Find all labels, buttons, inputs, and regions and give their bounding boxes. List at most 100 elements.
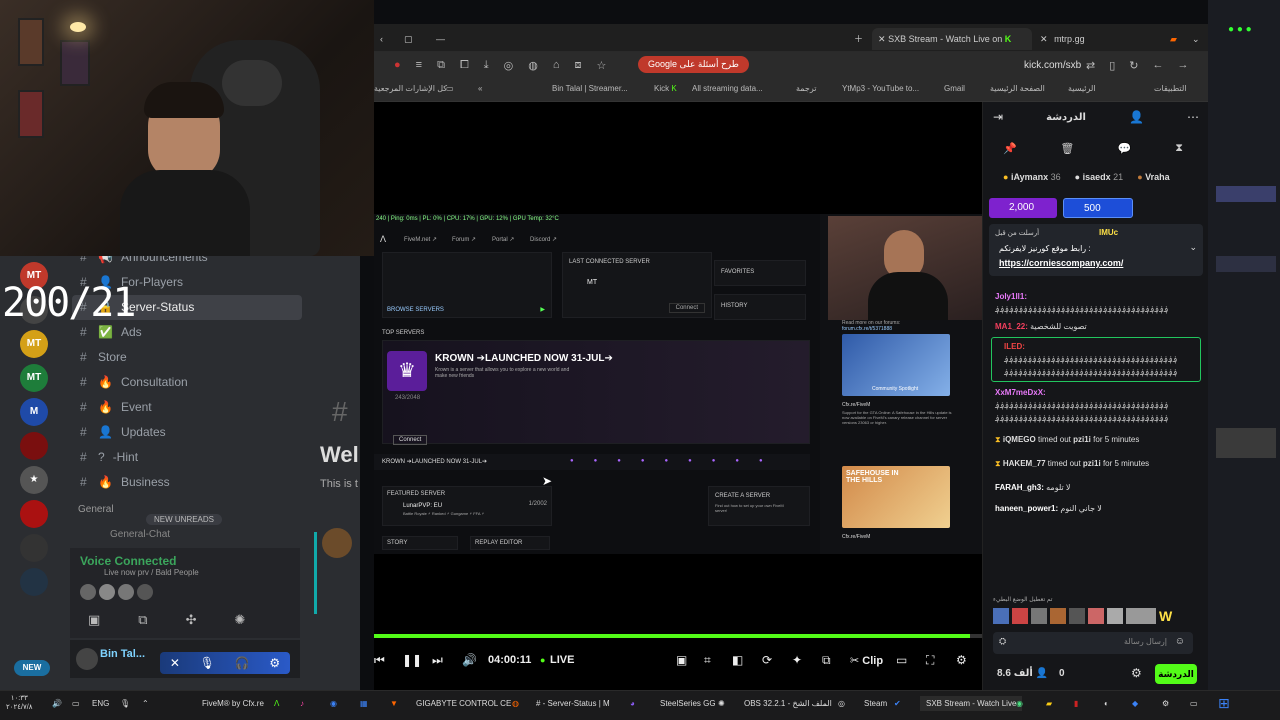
edge-icon[interactable]: ◉ xyxy=(330,699,337,708)
taskbar-item[interactable]: Steam xyxy=(864,699,887,708)
camera-icon[interactable]: ▣ xyxy=(88,612,100,628)
language-indicator[interactable]: ENG xyxy=(92,699,109,708)
progress-track[interactable] xyxy=(374,634,982,638)
channel-item[interactable]: #? -Hint xyxy=(72,445,302,470)
headset-icon[interactable]: 🎧 xyxy=(235,656,250,670)
gear-icon[interactable]: ⚙ xyxy=(956,653,967,667)
record-icon[interactable]: ● xyxy=(394,59,401,72)
fivem-nav[interactable]: Forum ↗ xyxy=(452,236,476,243)
chrome-icon[interactable]: ◉ xyxy=(1016,699,1023,708)
layout-icon[interactable]: ◧ xyxy=(732,653,743,667)
app-icon[interactable]: ◐ xyxy=(1104,699,1109,708)
close-icon[interactable]: ✕ xyxy=(1040,34,1048,44)
sidebar-icon[interactable]: ▯ xyxy=(1109,59,1115,72)
discord-icon[interactable]: ◕ xyxy=(630,699,635,708)
guild-icon[interactable] xyxy=(20,432,48,460)
app-icon[interactable]: ⚙ xyxy=(1162,699,1169,708)
extension-icon[interactable]: ◎ xyxy=(504,59,514,72)
chevron-down-icon[interactable]: ⌄ xyxy=(1189,242,1197,253)
spotlight-image[interactable]: Community Spotlight xyxy=(842,334,950,396)
mic-icon[interactable]: 🎙 xyxy=(120,699,130,708)
chat-message[interactable]: haneen_power1: لا جاني النوم xyxy=(983,502,1209,515)
minimize-icon[interactable]: — xyxy=(430,28,451,50)
bookmark[interactable]: الصفحة الرئيسية xyxy=(990,84,1045,93)
history-card[interactable]: HISTORY xyxy=(714,294,806,320)
guild-icon[interactable]: M xyxy=(20,398,48,426)
hourglass-icon[interactable]: ⧗ xyxy=(1175,142,1183,155)
cast-icon[interactable]: ▭ xyxy=(896,653,907,667)
guild-icon[interactable]: MT xyxy=(20,330,48,358)
emote[interactable] xyxy=(1012,608,1028,624)
obs-icon[interactable]: ◎ xyxy=(838,699,845,708)
windows-start-icon[interactable]: ⊞ xyxy=(1218,695,1230,712)
category-label[interactable]: General xyxy=(78,504,114,515)
pinned-link[interactable]: https://corniescompany.com/ xyxy=(999,258,1123,268)
skip-back-icon[interactable]: ⏮ xyxy=(374,653,385,668)
mic-icon[interactable]: 🎙 xyxy=(200,656,215,670)
brave-icon[interactable]: ▼ xyxy=(390,699,398,708)
bookmark[interactable]: كل الإشارات المرجعية xyxy=(374,84,447,93)
tab-kick[interactable]: ✕ SXB Stream - Watch Live on K xyxy=(872,28,1032,50)
channel-item[interactable]: General-Chat xyxy=(110,529,170,540)
forum-link[interactable]: forum.cfx.re/t/5371888 xyxy=(842,326,892,332)
volume-icon[interactable]: 🔊 xyxy=(462,653,477,667)
bookmark[interactable]: Kick K xyxy=(654,84,677,93)
bookmark[interactable]: Gmail xyxy=(944,84,965,93)
voice-status[interactable]: Voice Connected xyxy=(80,554,176,568)
replay-editor-button[interactable]: REPLAY EDITOR xyxy=(470,536,550,550)
pinned-message[interactable]: أرسلت من قبل IMUc رابط موقع كورنيز لايفر… xyxy=(989,224,1203,276)
gear-icon[interactable]: ⚙ xyxy=(269,656,280,670)
taskbar-item[interactable]: SteelSeries GG xyxy=(660,699,716,708)
chevron-icon[interactable]: « xyxy=(478,84,482,93)
channel-item[interactable]: # 🔥 Event xyxy=(72,395,302,420)
chevron-up-icon[interactable]: ⌃ xyxy=(142,699,149,708)
chat-message[interactable]: XxM7meDxX: xyxy=(983,386,1209,399)
emote[interactable] xyxy=(1088,608,1104,624)
channel-item[interactable]: # Store xyxy=(72,345,302,370)
extension-icon[interactable]: ⧈ xyxy=(575,59,582,72)
channel-item[interactable]: # 🔥 Business xyxy=(72,470,302,495)
new-tab-icon[interactable]: ＋ xyxy=(848,28,869,50)
taskbar-item[interactable]: GIGABYTE CONTROL CE xyxy=(416,699,511,708)
browse-servers-card[interactable]: BROWSE SERVERS ▶ xyxy=(382,252,552,318)
chat-input[interactable]: ⛭ إرسال رسالة ☺ xyxy=(993,632,1193,654)
gift-pill[interactable]: 500 xyxy=(1063,198,1133,218)
guild-icon[interactable] xyxy=(20,568,48,596)
leader-item[interactable]: ● isaedx 21 xyxy=(1075,172,1124,182)
channel-item[interactable]: # 🔥 Consultation xyxy=(72,370,302,395)
taskbar-item[interactable]: # - Server-Status | M xyxy=(536,699,610,708)
connect-button[interactable]: Connect xyxy=(668,303,705,313)
theater-icon[interactable]: ▣ xyxy=(676,653,687,667)
bookmark[interactable]: Bin Talal | Streamer... xyxy=(552,84,628,93)
steam-icon[interactable]: ✔ xyxy=(894,699,901,708)
soundboard-icon[interactable]: ✺ xyxy=(235,612,246,628)
activity-icon[interactable]: ✣ xyxy=(186,612,197,628)
bookmark[interactable]: ترجمة xyxy=(796,84,817,93)
emoji-icon[interactable]: ☺ xyxy=(1175,636,1185,647)
reload-icon[interactable]: ↻ xyxy=(1129,59,1138,72)
speed-icon[interactable]: ⟳ xyxy=(762,653,772,667)
last-connected-card[interactable]: LAST CONNECTED SERVER MT Connect xyxy=(562,252,712,318)
guild-icon[interactable] xyxy=(20,500,48,528)
live-label[interactable]: LIVE xyxy=(550,654,574,666)
extension-icon[interactable]: ◍ xyxy=(528,59,538,72)
app-icon[interactable]: ◆ xyxy=(1132,699,1138,708)
settings-icon[interactable]: ⛭ xyxy=(999,636,1006,647)
mute-icon[interactable]: ✕ xyxy=(170,656,180,670)
fivem-nav[interactable]: Discord ↗ xyxy=(530,236,557,243)
steelseries-icon[interactable]: ✺ xyxy=(718,699,725,708)
connect-button[interactable]: Connect xyxy=(393,435,428,445)
extension-icon[interactable]: ⌂ xyxy=(553,59,560,72)
more-icon[interactable]: ⋯ xyxy=(1187,110,1199,124)
network-icon[interactable]: ▭ xyxy=(72,699,80,708)
favorites-card[interactable]: FAVORITES xyxy=(714,260,806,286)
gift-pill[interactable]: 2,000 xyxy=(989,198,1057,218)
emote[interactable] xyxy=(1126,608,1156,624)
collapse-icon[interactable]: ⇥ xyxy=(993,110,1003,124)
chat-message[interactable]: FARAH_gh3: لا تلومه xyxy=(983,481,1209,494)
clock[interactable]: ١٠:٣٣ ٢٠٢٤/٧/٨ xyxy=(6,694,32,712)
extension-icon[interactable]: ≡ xyxy=(416,59,422,72)
emote[interactable] xyxy=(1069,608,1085,624)
emote[interactable] xyxy=(993,608,1009,624)
users-icon[interactable]: 👤 xyxy=(1129,110,1144,124)
